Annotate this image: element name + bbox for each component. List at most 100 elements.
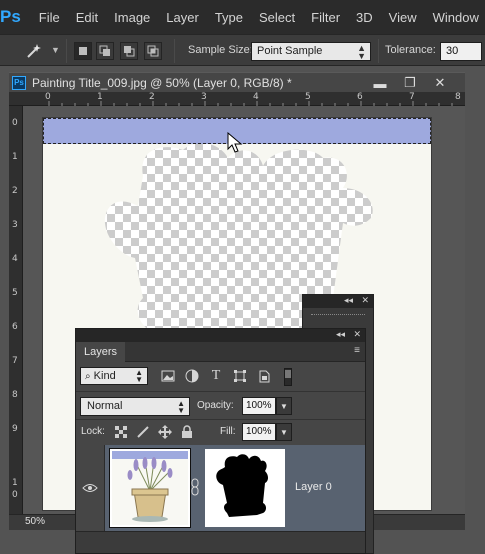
lock-row: Lock: Fill: 100% ▼ [76, 420, 365, 445]
ruler-v-label: 1 [12, 478, 18, 488]
maximize-button[interactable]: ❐ [393, 73, 427, 93]
close-panel-icon[interactable]: ✕ [353, 329, 361, 340]
ruler-v-label: 0 [12, 490, 18, 500]
type-filter-icon[interactable]: T [208, 368, 224, 384]
ps-document-icon: Ps [12, 75, 26, 90]
blend-mode-value: Normal [87, 400, 123, 412]
document-tab[interactable]: Ps Painting Title_009.jpg @ 50% (Layer 0… [9, 72, 465, 92]
ruler-h-label: 2 [149, 92, 155, 102]
select-arrows-icon: ▲ ▼ [135, 368, 143, 384]
ruler-h-label: 6 [357, 92, 363, 102]
menu-view[interactable]: View [381, 0, 425, 34]
options-divider [174, 39, 175, 63]
kind-filter-select[interactable]: ⌕ Kind ▲ ▼ [80, 367, 148, 385]
zoom-level[interactable]: 50% [25, 516, 45, 527]
layer-row[interactable]: Layer 0 [76, 445, 365, 531]
tool-preset-caret-icon[interactable]: ▼ [51, 45, 60, 55]
vertical-ruler[interactable]: 0 1 2 3 4 5 6 7 8 9 1 0 [9, 106, 23, 514]
smart-object-filter-icon[interactable] [256, 368, 272, 384]
menu-bar: Ps File Edit Image Layer Type Select Fil… [0, 0, 485, 34]
menu-3d[interactable]: 3D [348, 0, 381, 34]
visibility-eye-icon[interactable] [76, 445, 105, 531]
layers-panel: ◂◂ ✕ Layers ≡ ⌕ Kind ▲ ▼ T Normal ▲ ▼ Op… [75, 328, 366, 554]
horizontal-ruler[interactable]: 0 1 2 3 4 5 6 7 8 [9, 92, 465, 106]
tab-layers[interactable]: Layers [76, 342, 126, 362]
new-selection-button[interactable] [74, 42, 92, 60]
layers-panel-tabs: Layers ≡ [76, 342, 365, 362]
lock-label: Lock: [81, 426, 105, 437]
menu-file[interactable]: File [31, 0, 68, 34]
lock-image-pixels-icon[interactable] [136, 425, 150, 439]
ruler-v-label: 7 [12, 356, 18, 366]
opacity-input[interactable]: 100% [242, 397, 276, 415]
opacity-dropdown-icon[interactable]: ▼ [276, 397, 292, 415]
tolerance-input[interactable]: 30 [440, 42, 482, 61]
menu-layer[interactable]: Layer [158, 0, 207, 34]
search-icon: ⌕ [85, 371, 91, 382]
layer-thumbnail[interactable] [109, 448, 191, 528]
menu-edit[interactable]: Edit [68, 0, 106, 34]
blend-row: Normal ▲ ▼ Opacity: 100% ▼ [76, 392, 365, 420]
sample-size-label: Sample Size: [188, 44, 253, 56]
ruler-h-label: 5 [305, 92, 311, 102]
layer-filter-row: ⌕ Kind ▲ ▼ T [76, 362, 365, 392]
select-arrows-icon: ▲ ▼ [357, 43, 366, 61]
image-filter-icon[interactable] [160, 368, 176, 384]
ruler-v-label: 5 [12, 288, 18, 298]
panel-grip[interactable] [311, 314, 365, 318]
ruler-v-label: 3 [12, 220, 18, 230]
blend-mode-select[interactable]: Normal ▲ ▼ [80, 397, 190, 416]
menu-image[interactable]: Image [106, 0, 158, 34]
photoshop-logo: Ps [0, 7, 21, 26]
ruler-h-label: 8 [455, 92, 461, 102]
layer-mask-thumbnail[interactable] [205, 449, 285, 527]
options-bar: ▼ Sample Size: Point Sample ▲ ▼ Tolerance… [0, 34, 485, 66]
menu-filter[interactable]: Filter [303, 0, 348, 34]
ruler-h-label: 4 [253, 92, 259, 102]
ruler-v-label: 8 [12, 390, 18, 400]
menu-type[interactable]: Type [207, 0, 251, 34]
filter-toggle-switch[interactable] [284, 368, 292, 386]
ruler-h-label: 1 [97, 92, 103, 102]
collapse-panel-icon[interactable]: ◂◂ [344, 295, 353, 306]
ruler-v-label: 2 [12, 186, 18, 196]
mask-link-icon[interactable] [190, 478, 200, 496]
layers-panel-footer [76, 531, 365, 553]
ruler-ticks [48, 101, 453, 106]
flower-pot-thumbnail-image [112, 451, 188, 525]
magic-wand-icon[interactable] [22, 41, 46, 61]
fill-label: Fill: [220, 426, 236, 437]
opacity-label: Opacity: [197, 400, 234, 411]
adjustment-filter-icon[interactable] [184, 368, 200, 384]
fill-input[interactable]: 100% [242, 423, 276, 441]
layer-name[interactable]: Layer 0 [295, 481, 332, 493]
menu-window[interactable]: Window [425, 0, 485, 34]
collapse-panel-icon[interactable]: ◂◂ [336, 329, 345, 340]
sample-size-value: Point Sample [257, 45, 323, 57]
ruler-v-label: 9 [12, 424, 18, 434]
close-panel-icon[interactable]: ✕ [361, 295, 369, 306]
lock-position-icon[interactable] [158, 425, 172, 439]
ruler-v-label: 6 [12, 322, 18, 332]
intersect-selection-button[interactable] [144, 42, 162, 60]
ruler-v-label: 1 [12, 152, 18, 162]
ruler-h-label: 3 [201, 92, 207, 102]
layers-panel-titlebar[interactable]: ◂◂ ✕ [76, 329, 365, 342]
select-arrows-icon: ▲ ▼ [177, 399, 185, 415]
shape-filter-icon[interactable] [232, 368, 248, 384]
subtract-from-selection-button[interactable] [120, 42, 138, 60]
lock-transparency-icon[interactable] [114, 425, 128, 439]
minimize-button[interactable]: ▬ [363, 73, 397, 93]
ruler-v-label: 0 [12, 118, 18, 128]
options-divider [378, 39, 379, 63]
menu-select[interactable]: Select [251, 0, 303, 34]
options-divider [66, 39, 67, 63]
sample-size-select[interactable]: Point Sample ▲ ▼ [251, 42, 371, 61]
panel-menu-icon[interactable]: ≡ [354, 345, 360, 356]
ruler-v-label: 4 [12, 254, 18, 264]
lock-all-icon[interactable] [180, 425, 194, 439]
fill-dropdown-icon[interactable]: ▼ [276, 423, 292, 441]
add-to-selection-button[interactable] [96, 42, 114, 60]
cursor-arrow-icon [227, 132, 243, 153]
close-button[interactable]: ✕ [423, 73, 457, 93]
